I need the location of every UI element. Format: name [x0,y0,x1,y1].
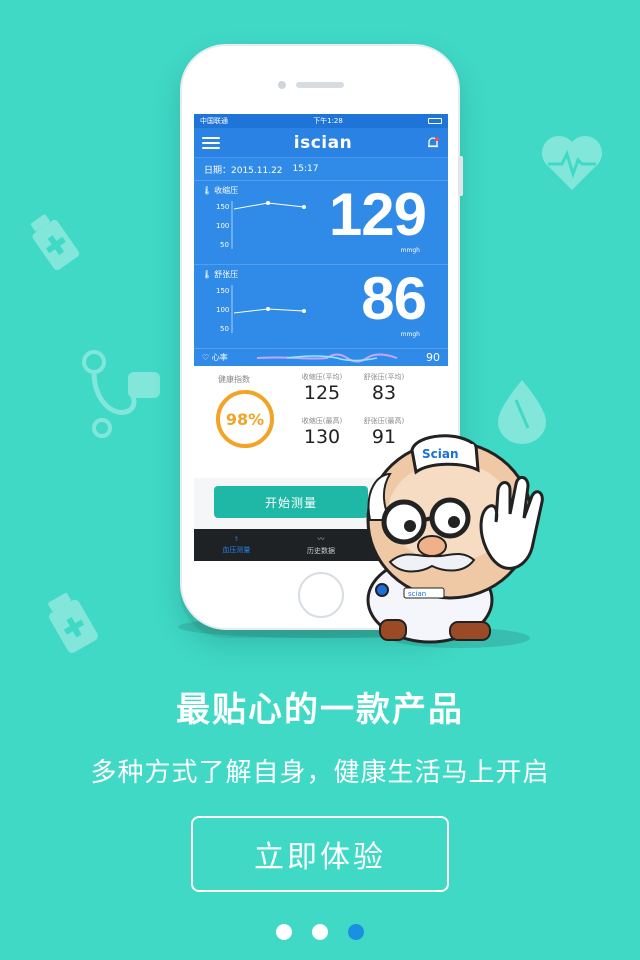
phone-speaker [296,82,344,88]
heart-rate-row: ♡ 心率 90 [194,348,448,366]
time-label: 15:17 [292,164,319,174]
systolic-sparkline: 150 100 50 [216,201,306,249]
stat-label: 舒张压(平均) [363,373,405,381]
diastolic-value: 86 [361,265,427,332]
measurement-date-row: 日期：2015.11.22 15:17 [194,158,448,180]
onboarding-page: 中国联通 下午1:28 iscian 日期：2015.11.22 15:17 🌡… [0,0,640,960]
tick-label: 150 [216,287,229,295]
stat-label: 舒张压(最高) [363,417,405,425]
medicine-bottle-icon [30,214,80,271]
try-now-button[interactable]: 立即体验 [191,816,449,892]
diastolic-panel: 🌡 舒张压 150 100 50 86 mmgh [194,264,448,348]
heart-rate-value: 90 [426,351,440,364]
tick-label: 50 [220,325,229,333]
badge-text: scian [408,590,426,598]
diastolic-avg-stat: 舒张压(平均) 83 [354,372,414,404]
app-header: iscian [194,128,448,158]
diastolic-sparkline: 150 100 50 [216,285,306,333]
page-indicator [0,924,640,940]
systolic-label: 🌡 收缩压 [202,186,239,195]
subline: 多种方式了解自身，健康生活马上开启 [90,758,550,788]
page-dot[interactable] [312,924,328,940]
trend-icon: 〰 [317,535,325,543]
status-time: 下午1:28 [313,117,343,125]
stethoscope-icon: ⚕ [234,535,239,543]
status-bar: 中国联通 下午1:28 [194,114,448,128]
heart-rate-label: ♡ 心率 [202,353,228,362]
tick-label: 50 [220,241,229,249]
thermometer-icon: 🌡 [202,270,213,279]
thermometer-icon: 🌡 [202,186,213,195]
page-dot[interactable] [348,924,364,940]
stat-value: 83 [371,382,397,404]
stethoscope-icon [82,350,160,438]
health-index-value: 98% [225,409,265,429]
stat-value: 130 [303,426,341,448]
systolic-value: 129 [328,181,427,248]
date-label: 日期：2015.11.22 [204,165,283,176]
carrier-label: 中国联通 [200,117,228,125]
tick-label: 100 [216,222,229,230]
heart-icon: ♡ [202,353,210,362]
cap-text: Scian [422,447,459,461]
headline: 最贴心的一款产品 [176,690,464,730]
page-dot[interactable] [276,924,292,940]
stat-label: 收缩压(最高) [301,417,343,425]
health-index-label: 健康指数 [218,375,250,384]
systolic-avg-stat: 收缩压(平均) 125 [292,372,352,404]
doctor-mascot: Scian scian [366,434,544,648]
systolic-panel: 🌡 收缩压 150 100 50 129 mmgh [194,180,448,264]
start-measure-button[interactable]: 开始测量 [214,486,368,518]
stat-value: 125 [303,382,341,404]
phone-home-button [298,572,344,618]
app-logo: iscian [293,132,353,153]
stat-label: 收缩压(平均) [301,373,343,381]
tick-label: 100 [216,306,229,314]
systolic-max-stat: 收缩压(最高) 130 [292,416,352,448]
diastolic-unit: mmgh [400,331,420,338]
menu-icon[interactable] [202,136,220,149]
heart-pulse-icon [541,135,603,190]
camera-dot [278,81,286,89]
battery-icon [427,118,442,124]
bell-icon[interactable] [426,136,440,150]
tab-blood-pressure[interactable]: ⚕ 血压测量 [194,529,279,561]
medicine-bottle-icon [48,592,98,653]
tick-label: 150 [216,203,229,211]
systolic-unit: mmgh [400,247,420,254]
heart-wave [256,353,397,362]
diastolic-label: 🌡 舒张压 [202,270,239,279]
phone-side-button [458,156,463,196]
